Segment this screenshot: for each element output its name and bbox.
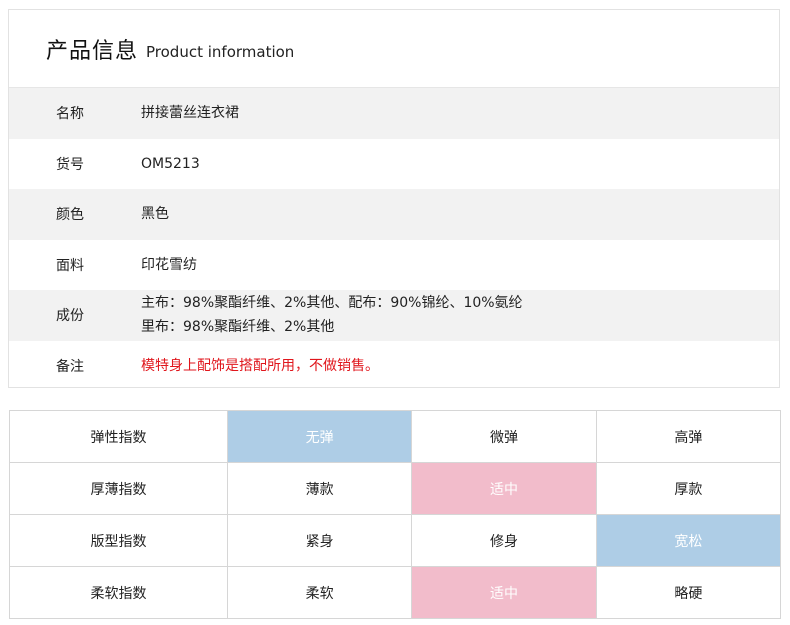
info-value: 拼接蕾丝连衣裙 bbox=[141, 105, 239, 122]
info-value: 黑色 bbox=[141, 206, 169, 223]
index-option: 微弹 bbox=[411, 410, 597, 463]
index-row: 弹性指数 无弹 微弹 高弹 bbox=[9, 410, 782, 463]
info-row-fabric: 面料 印花雪纺 bbox=[9, 240, 779, 291]
info-row-name: 名称 拼接蕾丝连衣裙 bbox=[9, 88, 779, 139]
product-info-card: 产品信息 Product information 名称 拼接蕾丝连衣裙 货号 O… bbox=[8, 9, 780, 388]
index-option: 修身 bbox=[411, 514, 597, 567]
info-row-color: 颜色 黑色 bbox=[9, 189, 779, 240]
index-option: 厚款 bbox=[595, 462, 782, 515]
index-option: 紧身 bbox=[226, 514, 413, 567]
index-label: 版型指数 bbox=[9, 514, 228, 567]
index-row: 厚薄指数 薄款 适中 厚款 bbox=[9, 462, 782, 515]
info-value: 印花雪纺 bbox=[141, 256, 197, 273]
info-value: OM5213 bbox=[141, 155, 200, 172]
composition-main-fabric: 主布：98%聚酯纤维、2%其他、配布：90%锦纶、10%氨纶 bbox=[141, 295, 523, 312]
info-label: 备注 bbox=[56, 358, 84, 375]
info-label: 面料 bbox=[56, 257, 84, 274]
info-value-composition: 主布：98%聚酯纤维、2%其他、配布：90%锦纶、10%氨纶 里布：98%聚酯纤… bbox=[141, 291, 779, 339]
info-label: 货号 bbox=[56, 156, 84, 173]
info-label: 名称 bbox=[56, 106, 84, 123]
info-label: 成份 bbox=[56, 308, 84, 325]
info-value-note: 模特身上配饰是搭配所用，不做销售。 bbox=[141, 357, 379, 374]
info-row-composition: 成份 主布：98%聚酯纤维、2%其他、配布：90%锦纶、10%氨纶 里布：98%… bbox=[9, 290, 779, 341]
info-row-item-number: 货号 OM5213 bbox=[9, 139, 779, 190]
composition-lining: 里布：98%聚酯纤维、2%其他 bbox=[141, 319, 335, 336]
section-title-en: Product information bbox=[146, 42, 295, 61]
product-index-table: 弹性指数 无弹 微弹 高弹 厚薄指数 薄款 适中 厚款 版型指数 紧身 修身 宽松 柔软指数 柔软 适中 略硬 bbox=[9, 410, 782, 619]
index-option: 高弹 bbox=[595, 410, 782, 463]
info-row-note: 备注 模特身上配饰是搭配所用，不做销售。 bbox=[9, 341, 779, 392]
section-title-cn: 产品信息 bbox=[46, 38, 139, 64]
index-option-selected: 无弹 bbox=[226, 410, 413, 463]
index-option: 略硬 bbox=[595, 566, 782, 619]
product-info-header: 产品信息 Product information bbox=[9, 10, 779, 88]
index-label: 柔软指数 bbox=[9, 566, 228, 619]
index-option: 柔软 bbox=[226, 566, 413, 619]
index-option-selected: 宽松 bbox=[595, 514, 782, 567]
index-label: 弹性指数 bbox=[9, 410, 228, 463]
index-option-selected: 适中 bbox=[411, 462, 597, 515]
index-option-selected: 适中 bbox=[411, 566, 597, 619]
info-label: 颜色 bbox=[56, 207, 84, 224]
index-label: 厚薄指数 bbox=[9, 462, 228, 515]
index-option: 薄款 bbox=[226, 462, 413, 515]
index-row: 柔软指数 柔软 适中 略硬 bbox=[9, 566, 782, 619]
index-row: 版型指数 紧身 修身 宽松 bbox=[9, 514, 782, 567]
